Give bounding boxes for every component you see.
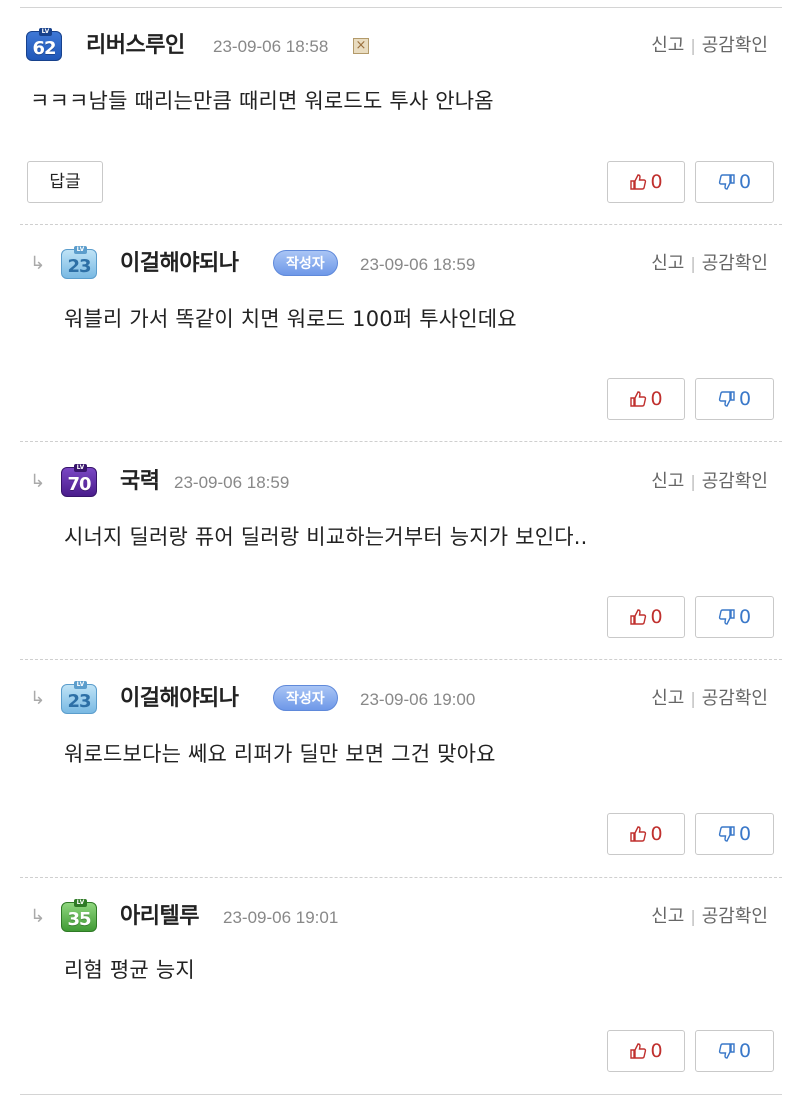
author-name[interactable]: 이걸해야되나: [120, 681, 239, 717]
action-divider: |: [690, 689, 696, 708]
comment-actions: 신고 | 공감확인: [651, 28, 768, 64]
report-link[interactable]: 신고: [651, 688, 684, 709]
report-link[interactable]: 신고: [651, 253, 684, 274]
comment-header: ↳ LV 23 이걸해야되나 작성자 23-09-06 18:59 신고 | 공감확…: [20, 246, 782, 282]
thumbs-down-icon: [718, 174, 735, 190]
comment-time: 23-09-06 19:01: [223, 908, 339, 927]
comment-header: ↳ LV 70 국력 23-09-06 18:59 신고 | 공감확인: [20, 464, 782, 500]
level-badge-number: 23: [67, 256, 91, 277]
comment-time: 23-09-06 18:58: [213, 37, 329, 56]
like-count: 0: [650, 1040, 663, 1062]
level-badge-icon: LV 23: [61, 681, 97, 714]
comment-time: 23-09-06 19:00: [360, 690, 476, 709]
reply-button[interactable]: 답글: [27, 161, 103, 203]
dislike-count: 0: [738, 823, 752, 845]
level-badge-number: 35: [67, 909, 91, 930]
reply-arrow-icon: ↳: [30, 253, 46, 274]
bottom-divider: [20, 1094, 782, 1095]
level-badge-number: 70: [67, 474, 91, 495]
level-badge-lv: LV: [74, 464, 87, 472]
comment-actions: 신고 | 공감확인: [651, 246, 768, 282]
level-badge-icon: LV 35: [61, 899, 97, 932]
reply-arrow-icon: ↳: [30, 906, 46, 927]
author-name[interactable]: 국력: [120, 464, 160, 500]
author-name[interactable]: 아리텔루: [120, 899, 199, 935]
like-count: 0: [650, 171, 663, 193]
thumbs-down-icon: [718, 391, 735, 407]
comment-header: ↳ LV 35 아리텔루 23-09-06 19:01 신고 | 공감확인: [20, 899, 782, 935]
dislike-count: 0: [738, 171, 752, 193]
action-divider: |: [690, 907, 696, 926]
reply-arrow-icon: ↳: [30, 688, 46, 709]
comment-divider: [20, 441, 782, 442]
comment-text: ㅋㅋㅋ남들 때리는만큼 때리면 워로드도 투사 안나옴: [30, 89, 494, 113]
like-button[interactable]: 0: [607, 378, 685, 420]
comment-actions: 신고 | 공감확인: [651, 464, 768, 500]
dislike-button[interactable]: 0: [695, 161, 774, 203]
comment-text: 워블리 가서 똑같이 치면 워로드 100퍼 투사인데요: [64, 307, 517, 331]
confirm-likes-link[interactable]: 공감확인: [702, 471, 768, 492]
block-user-icon[interactable]: ×: [353, 38, 369, 54]
action-divider: |: [690, 254, 696, 273]
confirm-likes-link[interactable]: 공감확인: [702, 688, 768, 709]
level-badge-icon: LV 70: [61, 464, 97, 497]
level-badge-lv: LV: [39, 28, 52, 36]
like-button[interactable]: 0: [607, 1030, 685, 1072]
comment-actions: 신고 | 공감확인: [651, 899, 768, 935]
comment-divider: [20, 659, 782, 660]
report-link[interactable]: 신고: [651, 471, 684, 492]
thumbs-down-icon: [718, 609, 735, 625]
thumbs-up-icon: [630, 174, 647, 190]
like-button[interactable]: 0: [607, 813, 685, 855]
report-link[interactable]: 신고: [651, 906, 684, 927]
thumbs-up-icon: [630, 391, 647, 407]
confirm-likes-link[interactable]: 공감확인: [702, 35, 768, 56]
comment-text: 리혐 평균 능지: [64, 958, 195, 982]
dislike-button[interactable]: 0: [695, 1030, 774, 1072]
action-divider: |: [690, 472, 696, 491]
top-divider: [20, 7, 782, 8]
confirm-likes-link[interactable]: 공감확인: [702, 253, 768, 274]
like-button[interactable]: 0: [607, 596, 685, 638]
writer-badge: 작성자: [273, 250, 338, 276]
level-badge-number: 23: [67, 691, 91, 712]
level-badge-number: 62: [32, 38, 56, 59]
comment-divider: [20, 877, 782, 878]
writer-badge: 작성자: [273, 685, 338, 711]
level-badge-lv: LV: [74, 899, 87, 907]
thumbs-up-icon: [630, 1043, 647, 1059]
dislike-button[interactable]: 0: [695, 378, 774, 420]
dislike-count: 0: [738, 1040, 752, 1062]
level-badge-icon: LV 23: [61, 246, 97, 279]
like-count: 0: [650, 388, 663, 410]
comment-text: 시너지 딜러랑 퓨어 딜러랑 비교하는거부터 능지가 보인다..: [64, 525, 588, 549]
comment-time: 23-09-06 18:59: [174, 473, 290, 492]
level-badge-lv: LV: [74, 681, 87, 689]
thumbs-up-icon: [630, 826, 647, 842]
like-count: 0: [650, 606, 663, 628]
comment-divider: [20, 224, 782, 225]
like-button[interactable]: 0: [607, 161, 685, 203]
dislike-count: 0: [738, 388, 752, 410]
dislike-button[interactable]: 0: [695, 813, 774, 855]
dislike-count: 0: [738, 606, 752, 628]
report-link[interactable]: 신고: [651, 35, 684, 56]
author-name[interactable]: 리버스루인: [86, 28, 185, 64]
thumbs-down-icon: [718, 1043, 735, 1059]
confirm-likes-link[interactable]: 공감확인: [702, 906, 768, 927]
thumbs-up-icon: [630, 609, 647, 625]
thumbs-down-icon: [718, 826, 735, 842]
level-badge-icon: LV 62: [26, 28, 62, 61]
reply-arrow-icon: ↳: [30, 471, 46, 492]
dislike-button[interactable]: 0: [695, 596, 774, 638]
comment-time: 23-09-06 18:59: [360, 255, 476, 274]
author-name[interactable]: 이걸해야되나: [120, 246, 239, 282]
comment-text: 워로드보다는 쎄요 리퍼가 딜만 보면 그건 맞아요: [64, 742, 496, 766]
action-divider: |: [690, 36, 696, 55]
comment-header: LV 62 리버스루인 23-09-06 18:58 × 신고 | 공감확인: [20, 28, 782, 64]
level-badge-lv: LV: [74, 246, 87, 254]
comment-header: ↳ LV 23 이걸해야되나 작성자 23-09-06 19:00 신고 | 공감확…: [20, 681, 782, 717]
like-count: 0: [650, 823, 663, 845]
comment-actions: 신고 | 공감확인: [651, 681, 768, 717]
